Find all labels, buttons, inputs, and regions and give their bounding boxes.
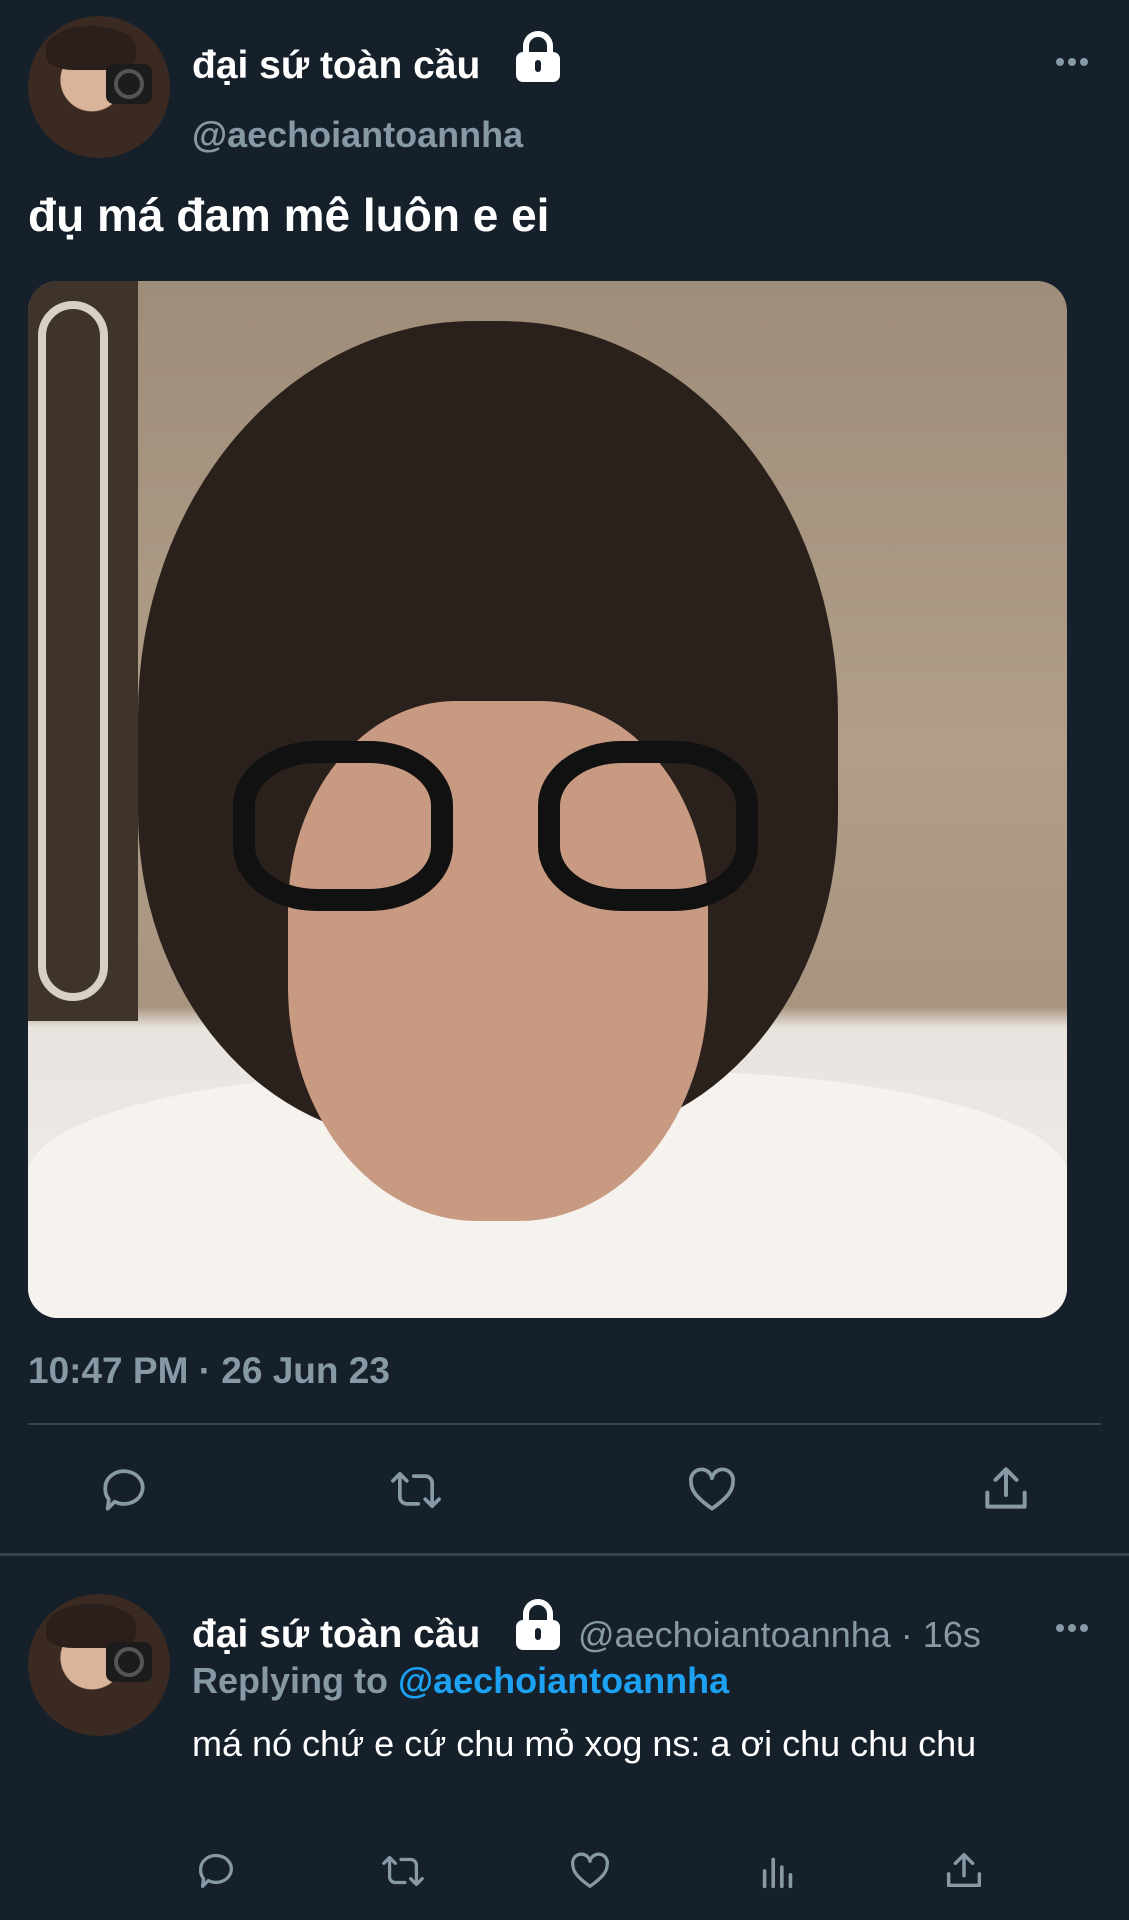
author-handle[interactable]: @aechoiantoannha — [192, 114, 523, 156]
author-display-name[interactable]: đại sứ toàn cầu — [192, 44, 480, 88]
retweet-icon[interactable] — [386, 1462, 446, 1518]
section-divider — [0, 1553, 1129, 1556]
headboard-decor — [28, 281, 138, 1021]
share-icon[interactable] — [941, 1847, 987, 1893]
reply-text: má nó chứ e cứ chu mỏ xog ns: a ơi chu c… — [192, 1723, 977, 1764]
photo-glasses-right — [538, 741, 758, 911]
retweet-icon[interactable] — [378, 1848, 428, 1894]
reply-icon[interactable] — [96, 1462, 152, 1518]
tweet-photo[interactable] — [28, 281, 1067, 1318]
photo-glasses-left — [233, 741, 453, 911]
more-icon[interactable] — [1054, 1618, 1090, 1638]
replying-to-mention[interactable]: @aechoiantoannha — [398, 1660, 729, 1701]
reply-handle-time[interactable]: @aechoiantoannha · 16s — [578, 1614, 981, 1656]
author-avatar[interactable] — [28, 16, 170, 158]
share-icon[interactable] — [978, 1460, 1034, 1516]
replying-to-label: Replying to — [192, 1660, 388, 1701]
reply-author-display-name[interactable]: đại sứ toàn cầu — [192, 1613, 480, 1657]
replying-to-line: Replying to @aechoiantoannha — [192, 1660, 729, 1702]
reply-author-avatar[interactable] — [28, 1594, 170, 1736]
tweet-timestamp[interactable]: 10:47 PM · 26 Jun 23 — [28, 1350, 390, 1392]
analytics-icon[interactable] — [755, 1848, 801, 1894]
lock-icon — [516, 1599, 560, 1650]
reply-icon[interactable] — [193, 1848, 239, 1894]
divider — [28, 1423, 1101, 1425]
lock-icon — [516, 31, 560, 82]
tweet-text: đụ má đam mê luôn e ei — [28, 189, 550, 241]
more-icon[interactable] — [1054, 52, 1090, 72]
like-icon[interactable] — [684, 1462, 740, 1518]
like-icon[interactable] — [567, 1848, 613, 1894]
